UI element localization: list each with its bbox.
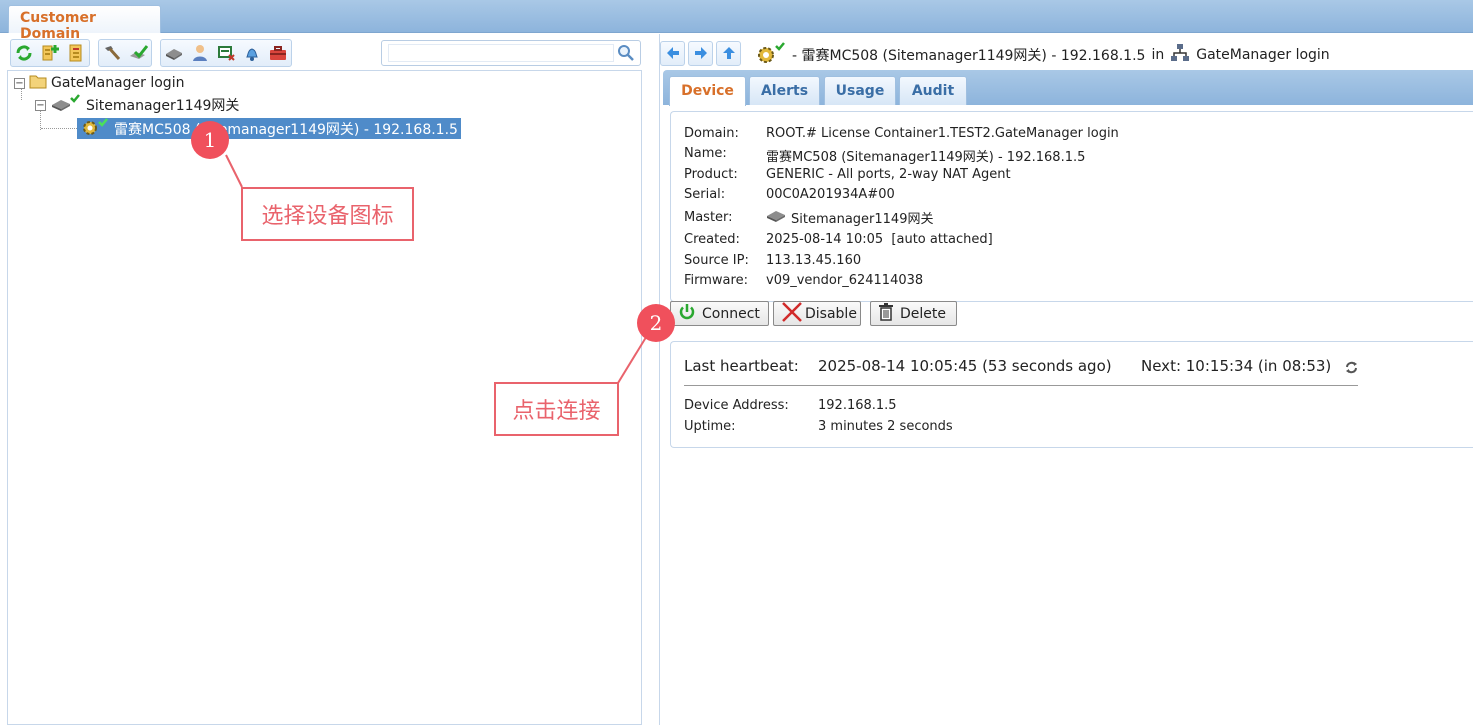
back-arrow-icon[interactable] <box>660 40 685 66</box>
breadcrumb-domain[interactable]: GateManager login <box>1196 47 1329 63</box>
step-2-callout: 点击连接 <box>494 382 619 436</box>
source-ip-value: 113.13.45.160 <box>766 253 862 268</box>
master-name: Sitemanager1149网关 <box>791 211 934 227</box>
disable-label: Disable <box>805 305 857 322</box>
toolbar-group-domain <box>10 39 90 67</box>
uptime-label: Uptime: <box>684 419 736 434</box>
device-tabs: Device Alerts Usage Audit <box>663 70 1473 106</box>
forward-arrow-icon[interactable] <box>688 40 713 66</box>
refresh-icon[interactable] <box>12 41 36 65</box>
created-value: 2025-08-14 10:05 [auto attached] <box>766 232 993 247</box>
disable-button[interactable]: Disable <box>773 301 861 326</box>
tree-node-sitemanager[interactable]: − Sitemanager1149网关 <box>35 94 240 116</box>
name-label: Name: <box>684 146 727 161</box>
folder-icon <box>29 73 47 93</box>
tree-node-label: GateManager login <box>51 75 185 91</box>
toolbar-group-tools <box>98 39 152 67</box>
heartbeat-value: 2025-08-14 10:05:45 (53 seconds ago) <box>818 357 1112 375</box>
up-arrow-icon[interactable] <box>716 40 741 66</box>
product-label: Product: <box>684 167 738 182</box>
tab-customer-domain[interactable]: Customer Domain <box>8 5 161 42</box>
tab-usage[interactable]: Usage <box>824 76 896 105</box>
tab-device[interactable]: Device <box>669 76 746 106</box>
device-address-label: Device Address: <box>684 398 789 413</box>
heartbeat-label: Last heartbeat: <box>684 357 799 375</box>
serial-label: Serial: <box>684 187 726 202</box>
device-gear-online-icon <box>80 117 110 140</box>
domain-value: ROOT.# License Container1.TEST2.GateMana… <box>766 126 1119 141</box>
created-label: Created: <box>684 232 740 247</box>
step-1-marker: 1 <box>191 121 229 159</box>
power-icon <box>678 303 696 325</box>
step-2-marker: 2 <box>637 304 675 342</box>
trash-icon <box>878 302 894 325</box>
domain-tree-icon[interactable] <box>64 41 88 65</box>
appliance-icon[interactable] <box>162 41 186 65</box>
search-input[interactable] <box>388 44 614 62</box>
breadcrumb: - 雷赛MC508 (Sitemanager1149网关) - 192.168.… <box>756 42 1330 68</box>
delete-label: Delete <box>900 305 946 322</box>
toolbar-group-items <box>160 39 292 67</box>
bell-icon[interactable] <box>240 41 264 65</box>
refresh-icon[interactable] <box>1345 361 1358 378</box>
tree-node-label: Sitemanager1149网关 <box>86 98 240 114</box>
delete-button[interactable]: Delete <box>870 301 957 326</box>
product-value: GENERIC - All ports, 2-way NAT Agent <box>766 167 1011 182</box>
approve-icon[interactable] <box>126 41 150 65</box>
collapse-icon[interactable]: − <box>35 99 46 111</box>
toolbox-icon[interactable] <box>266 41 290 65</box>
tab-alerts[interactable]: Alerts <box>749 76 820 105</box>
collapse-icon[interactable]: − <box>14 77 25 89</box>
add-domain-icon[interactable] <box>38 41 62 65</box>
connect-label: Connect <box>702 305 760 322</box>
domain-label: Domain: <box>684 126 739 141</box>
search-icon[interactable] <box>617 44 635 66</box>
tree-search <box>381 40 641 66</box>
device-details-panel: Domain: ROOT.# License Container1.TEST2.… <box>670 111 1473 302</box>
nav-buttons <box>660 40 741 66</box>
master-value[interactable]: Sitemanager1149网关 <box>766 207 933 227</box>
hammer-icon[interactable] <box>100 41 124 65</box>
tree-line <box>41 128 77 129</box>
serial-value: 00C0A201934A#00 <box>766 187 895 202</box>
source-ip-label: Source IP: <box>684 253 749 268</box>
appliance-icon <box>766 207 786 227</box>
right-panel: - 雷赛MC508 (Sitemanager1149网关) - 192.168.… <box>659 34 1473 725</box>
domain-network-icon <box>1170 43 1190 67</box>
firmware-value: v09_vendor_624114038 <box>766 273 924 288</box>
tree-node-device-selected[interactable]: 雷赛MC508 (Sitemanager1149网关) - 192.168.1.… <box>77 117 461 140</box>
status-panel: Last heartbeat: 2025-08-14 10:05:45 (53 … <box>670 341 1473 448</box>
firmware-label: Firmware: <box>684 273 748 288</box>
tab-audit[interactable]: Audit <box>899 76 967 105</box>
account-icon[interactable] <box>188 41 212 65</box>
name-value: 雷赛MC508 (Sitemanager1149网关) - 192.168.1.… <box>766 150 1086 165</box>
appliance-online-icon <box>50 94 82 116</box>
red-x-icon <box>781 301 803 327</box>
breadcrumb-device: - 雷赛MC508 (Sitemanager1149网关) - 192.168.… <box>792 48 1146 64</box>
tree-node-gatemanager-login[interactable]: − GateManager login <box>14 73 184 93</box>
next-heartbeat: Next: 10:15:34 (in 08:53) <box>1141 357 1332 375</box>
top-tab-bar: Customer Domain <box>0 0 1473 42</box>
connect-button[interactable]: Connect <box>670 301 769 326</box>
step-1-callout: 选择设备图标 <box>241 187 414 241</box>
uptime-value: 3 minutes 2 seconds <box>818 419 953 434</box>
device-gear-online-icon <box>756 42 786 68</box>
tree-node-label: 雷赛MC508 (Sitemanager1149网关) - 192.168.1.… <box>114 121 458 138</box>
status-divider <box>684 385 1358 386</box>
alert-flag-icon[interactable] <box>214 41 238 65</box>
left-panel: − GateManager login − Sitemanager1149网关 … <box>0 34 649 725</box>
breadcrumb-in: in <box>1151 47 1165 63</box>
master-label: Master: <box>684 210 733 225</box>
tree-toolbar <box>10 39 298 67</box>
device-address-value: 192.168.1.5 <box>818 398 897 413</box>
